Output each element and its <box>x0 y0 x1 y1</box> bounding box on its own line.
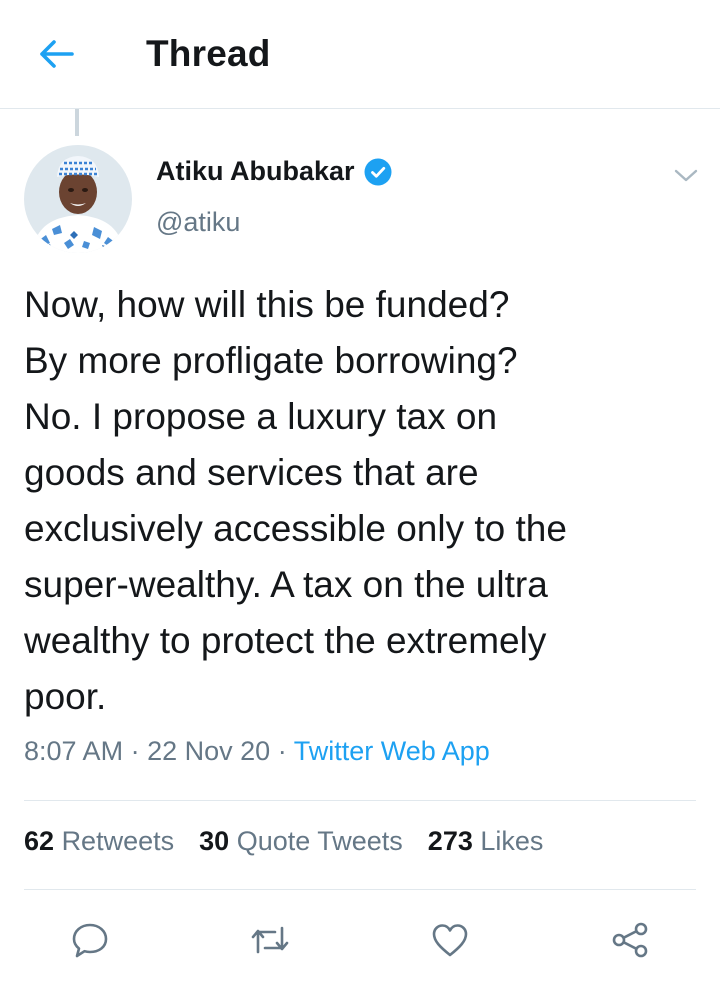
share-icon <box>612 922 648 958</box>
like-icon <box>432 924 468 957</box>
likes-label: Likes <box>480 826 544 856</box>
avatar[interactable] <box>24 145 132 253</box>
author-name-row[interactable]: Atiku Abubakar <box>156 156 393 187</box>
retweet-button[interactable] <box>240 910 300 970</box>
likes-stat[interactable]: 273 Likes <box>428 826 544 857</box>
like-button[interactable] <box>420 910 480 970</box>
quote-tweets-stat[interactable]: 30 Quote Tweets <box>199 826 403 857</box>
avatar-image <box>24 145 132 253</box>
quote-tweets-label: Quote Tweets <box>236 826 403 856</box>
divider <box>24 800 696 801</box>
meta-separator: · <box>277 736 287 766</box>
reply-icon <box>72 923 108 958</box>
thread-connector-line <box>75 109 79 136</box>
tweet-options-button[interactable] <box>668 158 704 194</box>
meta-separator: · <box>130 736 140 766</box>
author-name: Atiku Abubakar <box>156 156 355 186</box>
verified-badge-icon <box>364 158 392 185</box>
author-handle[interactable]: @atiku <box>156 207 240 238</box>
share-button[interactable] <box>600 910 660 970</box>
top-bar: Thread <box>0 0 720 109</box>
retweets-label: Retweets <box>61 826 175 856</box>
engagement-stats: 62 Retweets 30 Quote Tweets 273 Likes <box>24 826 568 857</box>
likes-count: 273 <box>427 826 473 856</box>
tweet-metadata: 8:07 AM · 22 Nov 20 · Twitter Web App <box>24 736 490 767</box>
divider <box>24 889 696 890</box>
quote-tweets-count: 30 <box>199 826 230 856</box>
back-button[interactable] <box>30 30 82 78</box>
reply-button[interactable] <box>60 910 120 970</box>
retweets-count: 62 <box>24 826 55 856</box>
retweets-stat[interactable]: 62 Retweets <box>24 826 174 857</box>
arrow-left-icon <box>40 40 74 68</box>
chevron-down-icon <box>674 169 698 182</box>
tweet-actions-bar <box>0 910 720 970</box>
tweet-date: 22 Nov 20 <box>147 736 271 766</box>
tweet-text: Now, how will this be funded? By more pr… <box>24 284 567 717</box>
page-title: Thread <box>146 33 271 74</box>
retweet-icon <box>251 926 289 954</box>
tweet-source-link[interactable]: Twitter Web App <box>294 736 490 766</box>
tweet-time: 8:07 AM <box>24 736 124 766</box>
